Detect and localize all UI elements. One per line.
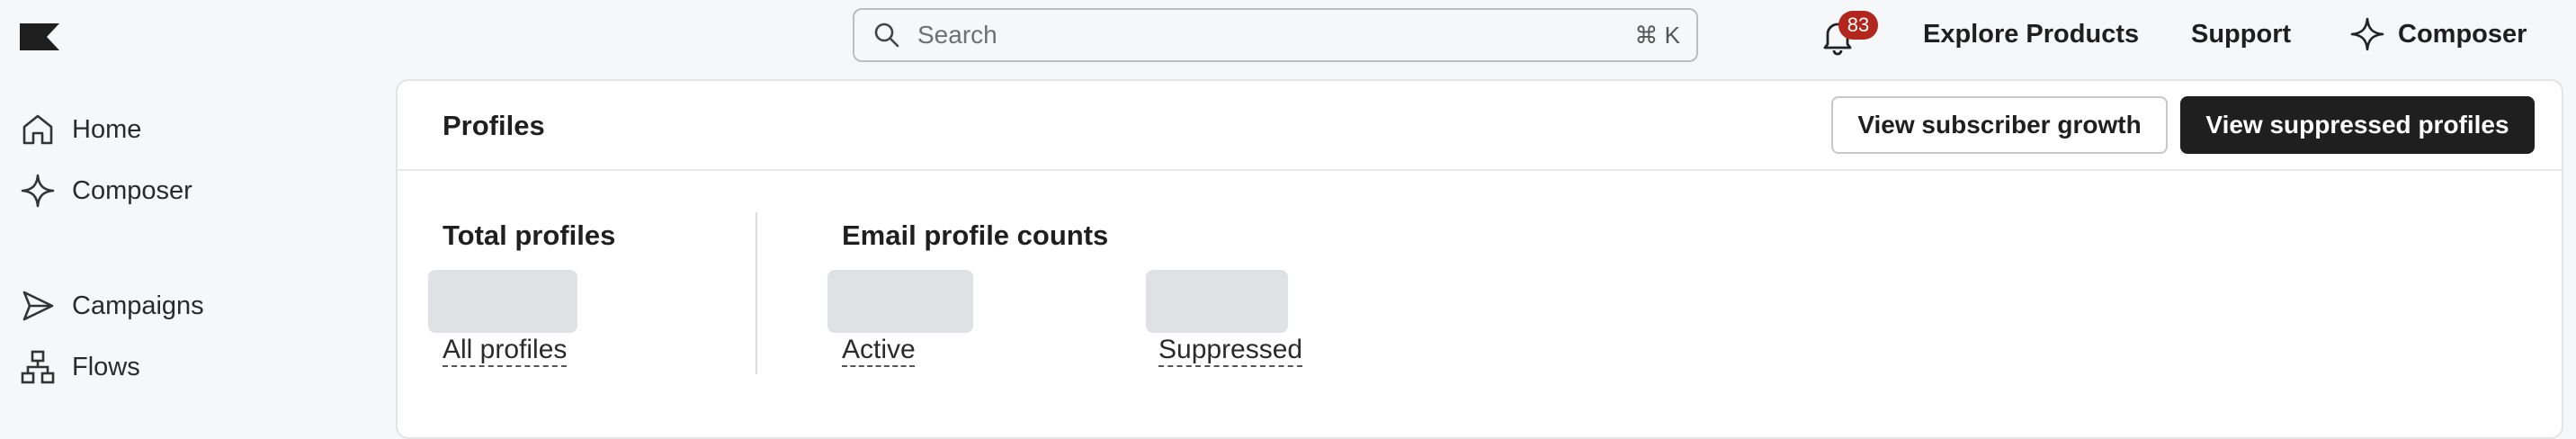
sparkle-icon [2350, 17, 2384, 51]
suppressed-profiles-link[interactable]: Suppressed [1158, 335, 1302, 365]
search-icon [874, 22, 899, 48]
explore-products-link[interactable]: Explore Products [1923, 20, 2139, 49]
total-profiles-value-placeholder [428, 270, 577, 333]
composer-top-button[interactable]: Composer [2349, 16, 2527, 52]
sidebar-item-label: Flows [72, 352, 140, 381]
brand-flag-icon[interactable] [20, 23, 59, 50]
sidebar-item-label: Campaigns [72, 291, 204, 320]
all-profiles-link[interactable]: All profiles [443, 335, 567, 365]
search-input[interactable] [916, 20, 1635, 50]
sidebar-item-campaigns[interactable]: Campaigns [20, 288, 204, 324]
notification-badge: 83 [1838, 11, 1878, 40]
sidebar-item-home[interactable]: Home [20, 112, 141, 148]
active-profiles-link[interactable]: Active [842, 335, 916, 365]
search-box[interactable]: ⌘ K [853, 8, 1698, 62]
sidebar-item-label: Home [72, 114, 142, 144]
search-shortcut: ⌘ K [1634, 21, 1680, 49]
view-subscriber-growth-button[interactable]: View subscriber growth [1831, 96, 2168, 154]
suppressed-value-placeholder [1146, 270, 1288, 333]
active-value-placeholder [827, 270, 973, 333]
support-link[interactable]: Support [2191, 20, 2291, 49]
section-divider [756, 212, 757, 374]
sidebar-item-composer[interactable]: Composer [20, 173, 192, 209]
email-profile-counts-title: Email profile counts [842, 220, 1109, 251]
sidebar-item-label: Composer [72, 175, 192, 205]
total-profiles-title: Total profiles [443, 220, 616, 251]
send-icon [22, 291, 54, 321]
view-suppressed-profiles-button[interactable]: View suppressed profiles [2180, 96, 2535, 154]
panel-header: Profiles View subscriber growth View sup… [398, 81, 2562, 171]
flow-icon [21, 350, 55, 384]
composer-top-label: Composer [2398, 19, 2527, 49]
sidebar-item-flows[interactable]: Flows [20, 349, 140, 385]
home-icon [22, 114, 53, 145]
sparkle-icon [21, 174, 55, 208]
page-title: Profiles [443, 110, 545, 141]
profiles-panel: Profiles View subscriber growth View sup… [396, 79, 2563, 439]
